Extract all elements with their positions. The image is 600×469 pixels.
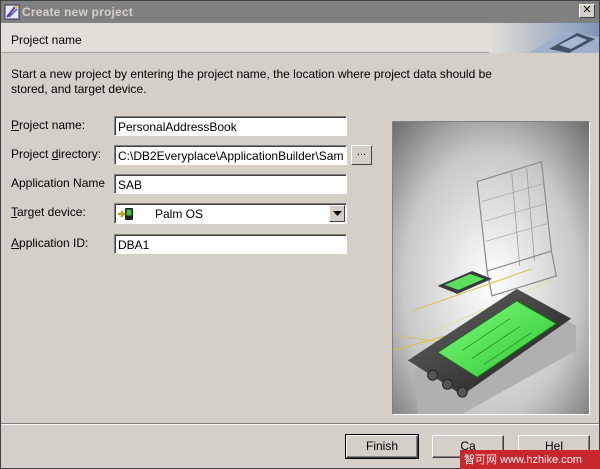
chevron-down-icon (333, 211, 342, 216)
site-watermark: 智可网 www.hzhike.com (460, 450, 600, 469)
application-name-input[interactable]: SAB (114, 174, 347, 194)
handheld-device-illustration (392, 121, 590, 415)
wizard-header: Project name (1, 23, 599, 53)
palm-device-icon (118, 208, 133, 220)
close-button[interactable]: ✕ (579, 4, 595, 18)
application-name-label: Application Name (11, 176, 106, 190)
create-project-dialog: Create new project ✕ Project name Start … (0, 0, 600, 469)
application-id-input[interactable]: DBA1 (114, 234, 347, 254)
target-device-value: Palm OS (155, 207, 204, 221)
intro-text: Start a new project by entering the proj… (11, 67, 492, 96)
project-directory-label: Project directory: (11, 147, 102, 161)
target-device-label: Target device: (11, 205, 86, 219)
project-directory-input[interactable]: C:\DB2Everyplace\ApplicationBuilder\Sam (114, 145, 347, 165)
target-device-select[interactable]: Palm OS (114, 203, 347, 224)
wizard-app-icon (4, 4, 20, 20)
page-heading: Project name (11, 33, 82, 47)
project-name-input[interactable]: PersonalAddressBook (114, 116, 347, 136)
application-id-label: Application ID: (11, 236, 89, 250)
window-title: Create new project (22, 5, 133, 19)
dropdown-arrow-button[interactable] (329, 205, 345, 222)
browse-button[interactable]: ... (351, 145, 372, 165)
finish-button[interactable]: Finish (345, 434, 419, 459)
header-banner-image (489, 23, 599, 53)
title-bar[interactable]: Create new project ✕ (1, 1, 599, 23)
project-name-label: Project name: (11, 118, 86, 132)
